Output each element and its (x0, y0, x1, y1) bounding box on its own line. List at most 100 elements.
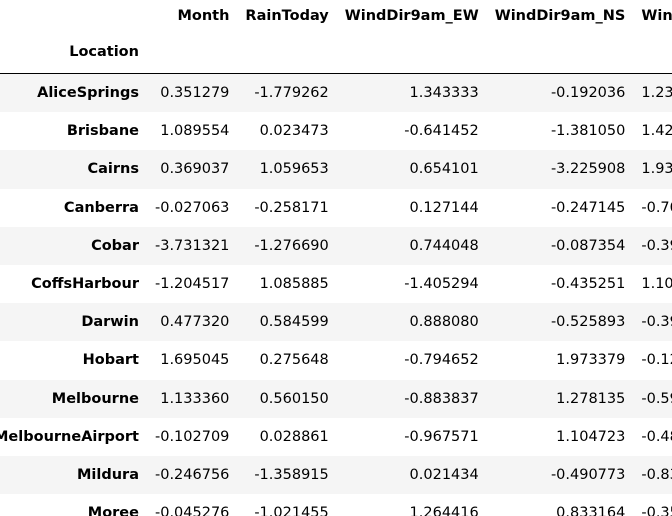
table-cell: 1.133360 (146, 379, 238, 418)
index-name-header: Location (0, 31, 147, 74)
table-cell: 1.104723 (486, 417, 634, 456)
dataframe-table: Month RainToday WindDir9am_EW WindDir9am… (0, 0, 672, 516)
column-header-winddir9am-ns: WindDir9am_NS (494, 7, 626, 24)
table-cell: -0.483 (633, 417, 672, 456)
header-spacer (237, 31, 337, 74)
table-cell: 0.477320 (146, 303, 238, 342)
table-cell: -0.351 (633, 494, 672, 516)
table-cell: -0.490773 (486, 455, 634, 495)
table-cell: -0.246756 (146, 455, 238, 495)
table-cell: -3.731321 (146, 226, 238, 265)
row-index-label: Darwin (0, 303, 147, 342)
table-cell: -1.276690 (237, 226, 337, 265)
table-row: Brisbane 1.089554 0.023473 -0.641452 -1.3810… (0, 112, 672, 151)
table-cell: -0.832 (633, 455, 672, 495)
dataframe-viewport: Month RainToday WindDir9am_EW WindDir9am… (0, 0, 672, 516)
table-cell: 1.343333 (336, 73, 487, 113)
table-cell: 0.584599 (237, 303, 337, 342)
row-index-label: Moree (0, 494, 147, 516)
table-cell: -0.124 (633, 341, 672, 380)
table-cell: 0.021434 (336, 455, 487, 495)
table-cell: 1.278135 (486, 379, 634, 418)
row-index-label: Cobar (0, 226, 147, 265)
table-cell: -0.393 (633, 303, 672, 342)
table-cell: -0.045276 (146, 494, 238, 516)
table-cell: -1.358915 (237, 455, 337, 495)
table-cell: -0.192036 (486, 73, 634, 113)
column-header-month: Month (177, 7, 230, 24)
table-cell: -0.027063 (146, 188, 238, 227)
table-cell: 1.264416 (336, 494, 487, 516)
row-index-label: Melbourne (0, 379, 147, 418)
table-cell: -0.435251 (486, 264, 634, 304)
table-cell: -1.204517 (146, 264, 238, 304)
table-cell: 0.654101 (336, 150, 487, 189)
table-row: MelbourneAirport -0.102709 0.028861 -0.9675… (0, 417, 672, 456)
table-cell: -0.102709 (146, 417, 238, 456)
table-cell: 0.744048 (336, 226, 487, 265)
table-row: Canberra -0.027063 -0.258171 0.127144 -0.247… (0, 188, 672, 227)
table-cell: -0.593 (633, 379, 672, 418)
header-spacer (633, 31, 672, 74)
table-cell: -1.381050 (486, 112, 634, 151)
table-cell: -0.794652 (336, 341, 487, 380)
table-cell: -0.883837 (336, 379, 487, 418)
table-cell: -0.705 (633, 188, 672, 227)
table-cell: -1.405294 (336, 264, 487, 304)
table-cell: -1.779262 (237, 73, 337, 113)
table-cell: 0.351279 (146, 73, 238, 113)
table-cell: 0.369037 (146, 150, 238, 189)
table-row: Cobar -3.731321 -1.276690 0.744048 -0.087354… (0, 226, 672, 265)
table-row: Cairns 0.369037 1.059653 0.654101 -3.225908 1… (0, 150, 672, 189)
table-row: Darwin 0.477320 0.584599 0.888080 -0.525893-… (0, 303, 672, 342)
table-row: Mildura -0.246756 -1.358915 0.021434 -0.4907… (0, 455, 672, 495)
row-index-label: AliceSprings (0, 73, 147, 113)
row-index-label: Mildura (0, 455, 147, 495)
table-cell: 1.933 (633, 150, 672, 189)
table-row: AliceSprings 0.351279 -1.779262 1.343333 -0.… (0, 73, 672, 113)
header-spacer (336, 31, 487, 74)
row-index-label: Hobart (0, 341, 147, 380)
table-body: AliceSprings 0.351279 -1.779262 1.343333 -0.… (0, 73, 672, 516)
table-cell: 0.127144 (336, 188, 487, 227)
row-index-label: Cairns (0, 150, 147, 189)
column-header-winddir9am-ew: WindDir9am_EW (344, 7, 479, 24)
row-index-label: Brisbane (0, 112, 147, 151)
table-cell: 0.028861 (237, 417, 337, 456)
table-cell: 0.833164 (486, 494, 634, 516)
column-header-winddir3pm-ew: WindDir3pm_EW (641, 7, 672, 24)
column-header-raintoday: RainToday (245, 7, 329, 24)
row-index-label: Canberra (0, 188, 147, 227)
table-row: Melbourne 1.133360 0.560150 -0.883837 1.2781… (0, 379, 672, 418)
table-row: CoffsHarbour -1.204517 1.085885 -1.405294 -0… (0, 264, 672, 304)
table-cell: 1.059653 (237, 150, 337, 189)
table-cell: -1.021455 (237, 494, 337, 516)
table-cell: 1.232 (633, 73, 672, 113)
header-row-columns: Month RainToday WindDir9am_EW WindDir9am… (0, 0, 672, 31)
table-cell: -0.087354 (486, 226, 634, 265)
table-cell: 0.888080 (336, 303, 487, 342)
table-cell: 1.424 (633, 112, 672, 151)
table-cell: -0.641452 (336, 112, 487, 151)
table-cell: -0.967571 (336, 417, 487, 456)
table-cell: 1.695045 (146, 341, 238, 380)
table-cell: 0.023473 (237, 112, 337, 151)
table-header: Month RainToday WindDir9am_EW WindDir9am… (0, 0, 672, 74)
row-index-label: MelbourneAirport (0, 417, 147, 456)
table-cell: 1.085885 (237, 264, 337, 304)
table-cell: -3.225908 (486, 150, 634, 189)
header-row-index: Location (0, 31, 672, 74)
header-spacer (486, 31, 634, 74)
header-blank (0, 0, 147, 31)
table-cell: -0.247145 (486, 188, 634, 227)
table-cell: 0.560150 (237, 379, 337, 418)
table-cell: -0.393 (633, 226, 672, 265)
table-cell: 0.275648 (237, 341, 337, 380)
table-row: Hobart 1.695045 0.275648 -0.794652 1.973379-… (0, 341, 672, 380)
table-cell: 1.089554 (146, 112, 238, 151)
table-cell: -0.525893 (486, 303, 634, 342)
row-index-label: CoffsHarbour (0, 264, 147, 304)
header-spacer (146, 31, 238, 74)
table-cell: -0.258171 (237, 188, 337, 227)
table-cell: 1.973379 (486, 341, 634, 380)
